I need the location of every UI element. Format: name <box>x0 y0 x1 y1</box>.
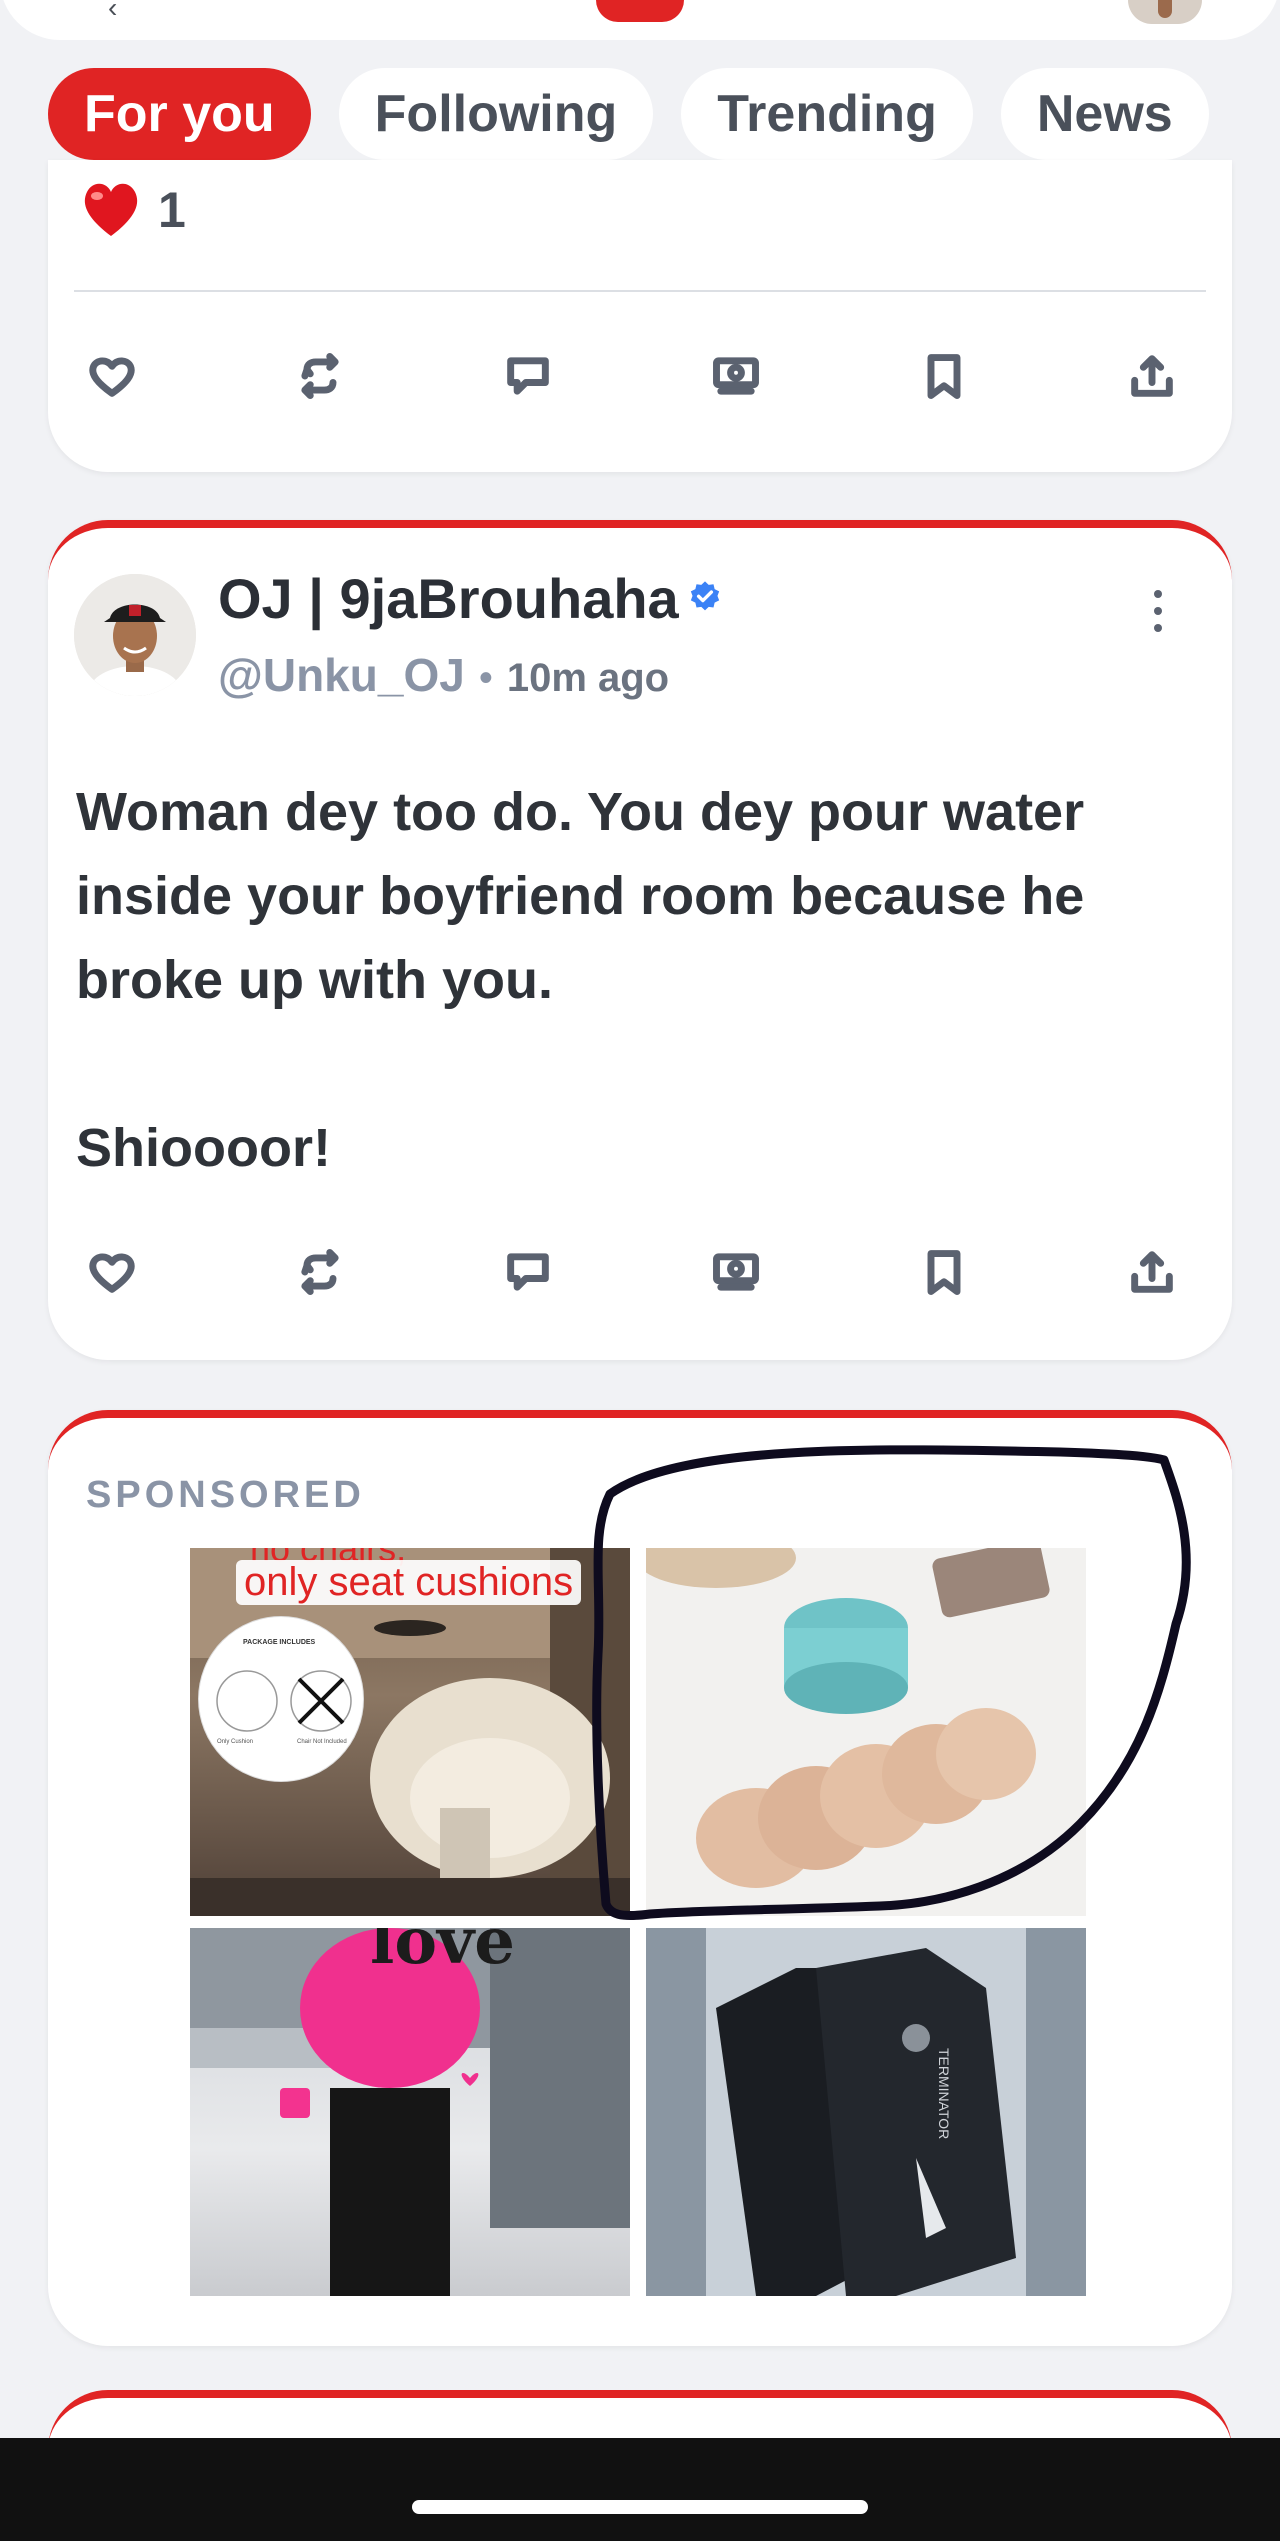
home-indicator[interactable] <box>412 2500 868 2514</box>
tab-following[interactable]: Following <box>338 68 654 160</box>
like-icon[interactable] <box>82 346 142 406</box>
author-meta: @Unku_OJ • 10m ago <box>218 648 669 702</box>
heart-emoji-icon <box>84 183 138 236</box>
shirt-print-text: love <box>370 1928 515 1979</box>
notification-icon[interactable] <box>596 0 684 22</box>
ad-image <box>646 1928 1086 2296</box>
ad-pink-outfit[interactable]: love <box>190 1928 630 2296</box>
verified-badge-icon <box>690 581 720 611</box>
bookmark-icon[interactable] <box>914 346 974 406</box>
feed-tabs: For you Following Trending News <box>0 66 1280 162</box>
repost-icon[interactable] <box>290 1242 350 1302</box>
author-name[interactable]: OJ | 9jaBrouhaha <box>218 566 679 631</box>
package-left-label: Only Cushion <box>217 1739 254 1745</box>
ad-black-sneakers[interactable]: TERMINATOR <box>646 1928 1086 2296</box>
share-icon[interactable] <box>1122 346 1182 406</box>
more-options-icon[interactable] <box>1148 586 1168 636</box>
repost-icon[interactable] <box>290 346 350 406</box>
ad-seat-cushion[interactable]: no chairs, only seat cushions PACKAGE IN… <box>190 1548 630 1916</box>
post-actions <box>48 1242 1232 1312</box>
sponsored-label: SPONSORED <box>86 1474 365 1516</box>
share-icon[interactable] <box>1122 1242 1182 1302</box>
tip-icon[interactable] <box>706 1242 766 1302</box>
ad-caption: only seat cushions <box>236 1560 582 1605</box>
ad-grid: no chairs, only seat cushions PACKAGE IN… <box>190 1548 1086 2296</box>
sponsored-card: SPONSORED no chairs, only seat cushions … <box>48 1410 1232 2346</box>
ad-image <box>646 1548 1086 1916</box>
post-time: 10m ago <box>506 656 670 700</box>
ad-image <box>190 1928 630 2296</box>
comment-icon[interactable] <box>498 1242 558 1302</box>
avatar-image <box>74 574 196 696</box>
author-avatar[interactable] <box>74 574 196 696</box>
separator: • <box>478 656 493 700</box>
divider <box>74 290 1206 292</box>
package-badge: PACKAGE INCLUDES Only Cushion Chair Not … <box>198 1616 364 1782</box>
post-card[interactable]: OJ | 9jaBrouhaha @Unku_OJ • 10m ago Woma… <box>48 520 1232 1360</box>
post-actions <box>48 346 1232 416</box>
like-icon[interactable] <box>82 1242 142 1302</box>
post-body: Woman dey too do. You dey pour water ins… <box>76 782 1085 1178</box>
shoe-brand-text: TERMINATOR <box>936 2048 952 2140</box>
system-nav-bar <box>0 2438 1280 2541</box>
back-icon[interactable]: ‹ <box>108 0 117 24</box>
tab-for-you[interactable]: For you <box>48 68 311 160</box>
reaction-count: 1 <box>158 182 186 238</box>
tab-news[interactable]: News <box>1000 68 1209 160</box>
package-diagram-icon <box>216 1670 352 1732</box>
tip-icon[interactable] <box>706 346 766 406</box>
tab-trending[interactable]: Trending <box>681 68 973 160</box>
reaction-summary[interactable]: 1 <box>78 180 186 240</box>
author-handle[interactable]: @Unku_OJ <box>218 648 465 702</box>
ad-silicone-pads[interactable] <box>646 1548 1086 1916</box>
post-card-previous: 1 <box>48 160 1232 472</box>
bookmark-icon[interactable] <box>914 1242 974 1302</box>
package-right-label: Chair Not Included <box>297 1739 347 1745</box>
comment-icon[interactable] <box>498 346 558 406</box>
